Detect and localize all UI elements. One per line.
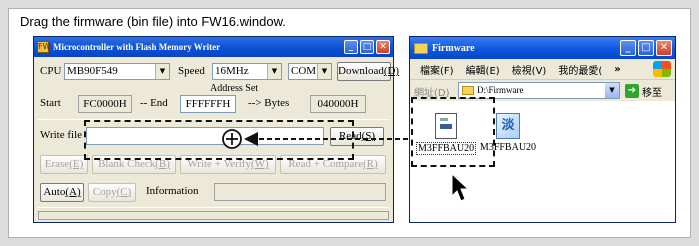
mouse-cursor-icon	[451, 172, 470, 202]
drop-target-crosshair-icon	[222, 129, 242, 149]
drag-annotation	[222, 129, 470, 202]
drag-arrow-icon	[244, 132, 408, 146]
